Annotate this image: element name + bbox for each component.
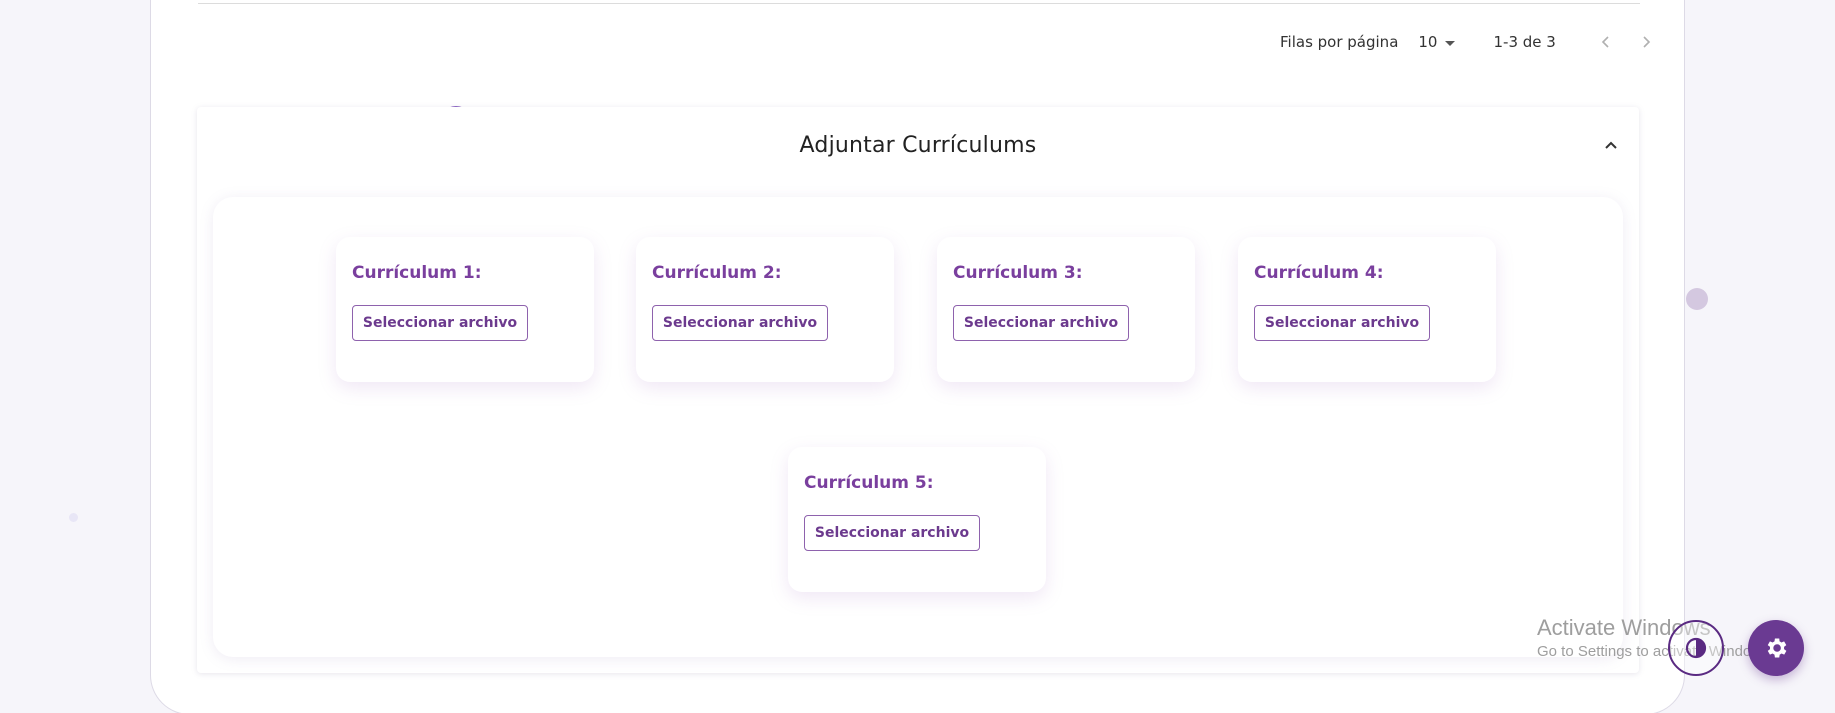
resume-card-title: Currículum 3: xyxy=(953,263,1083,283)
theme-toggle-icon xyxy=(1685,637,1707,659)
rows-per-page-value: 10 xyxy=(1418,33,1438,51)
table-divider xyxy=(198,3,1640,4)
gear-icon xyxy=(1767,638,1787,658)
caret-down-icon xyxy=(1445,40,1456,46)
accordion-body: Currículum 1: Seleccionar archivo Curríc… xyxy=(213,197,1623,657)
select-file-button[interactable]: Seleccionar archivo xyxy=(1254,305,1430,341)
chevron-left-icon xyxy=(1601,36,1609,48)
rows-per-page-label: Filas por página xyxy=(1280,33,1399,51)
resume-card-3: Currículum 3: Seleccionar archivo xyxy=(937,237,1195,382)
windows-activation-watermark: Activate Windows Go to Settings to activ… xyxy=(1537,615,1774,660)
settings-button[interactable] xyxy=(1748,620,1804,676)
resume-card-title: Currículum 2: xyxy=(652,263,782,283)
decorative-dot xyxy=(69,513,78,522)
decorative-dot xyxy=(1686,288,1708,310)
select-file-button[interactable]: Seleccionar archivo xyxy=(804,515,980,551)
next-page-button[interactable] xyxy=(1626,30,1666,54)
resume-card-title: Currículum 5: xyxy=(804,473,934,493)
accordion-header[interactable]: Adjuntar Currículums xyxy=(197,107,1639,183)
select-file-button[interactable]: Seleccionar archivo xyxy=(652,305,828,341)
chevron-up-icon[interactable] xyxy=(1601,135,1621,155)
attach-resumes-accordion: Adjuntar Currículums Currículum 1: Selec… xyxy=(197,107,1639,673)
theme-toggle-button[interactable] xyxy=(1668,620,1724,676)
accordion-title: Adjuntar Currículums xyxy=(799,132,1037,158)
page-range: 1-3 de 3 xyxy=(1493,33,1556,51)
rows-per-page-select[interactable]: 10 xyxy=(1418,33,1456,51)
resume-card-title: Currículum 4: xyxy=(1254,263,1384,283)
table-pagination: Filas por página 10 1-3 de 3 xyxy=(1280,30,1666,54)
chevron-right-icon xyxy=(1643,36,1650,48)
resume-card-4: Currículum 4: Seleccionar archivo xyxy=(1238,237,1496,382)
watermark-line-1: Activate Windows xyxy=(1537,615,1711,640)
select-file-button[interactable]: Seleccionar archivo xyxy=(352,305,528,341)
resume-card-5: Currículum 5: Seleccionar archivo xyxy=(788,447,1046,592)
prev-page-button[interactable] xyxy=(1586,30,1626,54)
select-file-button[interactable]: Seleccionar archivo xyxy=(953,305,1129,341)
watermark-line-2: Go to Settings to activate Windows. xyxy=(1537,643,1774,660)
resume-card-2: Currículum 2: Seleccionar archivo xyxy=(636,237,894,382)
resume-card-title: Currículum 1: xyxy=(352,263,482,283)
resume-card-1: Currículum 1: Seleccionar archivo xyxy=(336,237,594,382)
